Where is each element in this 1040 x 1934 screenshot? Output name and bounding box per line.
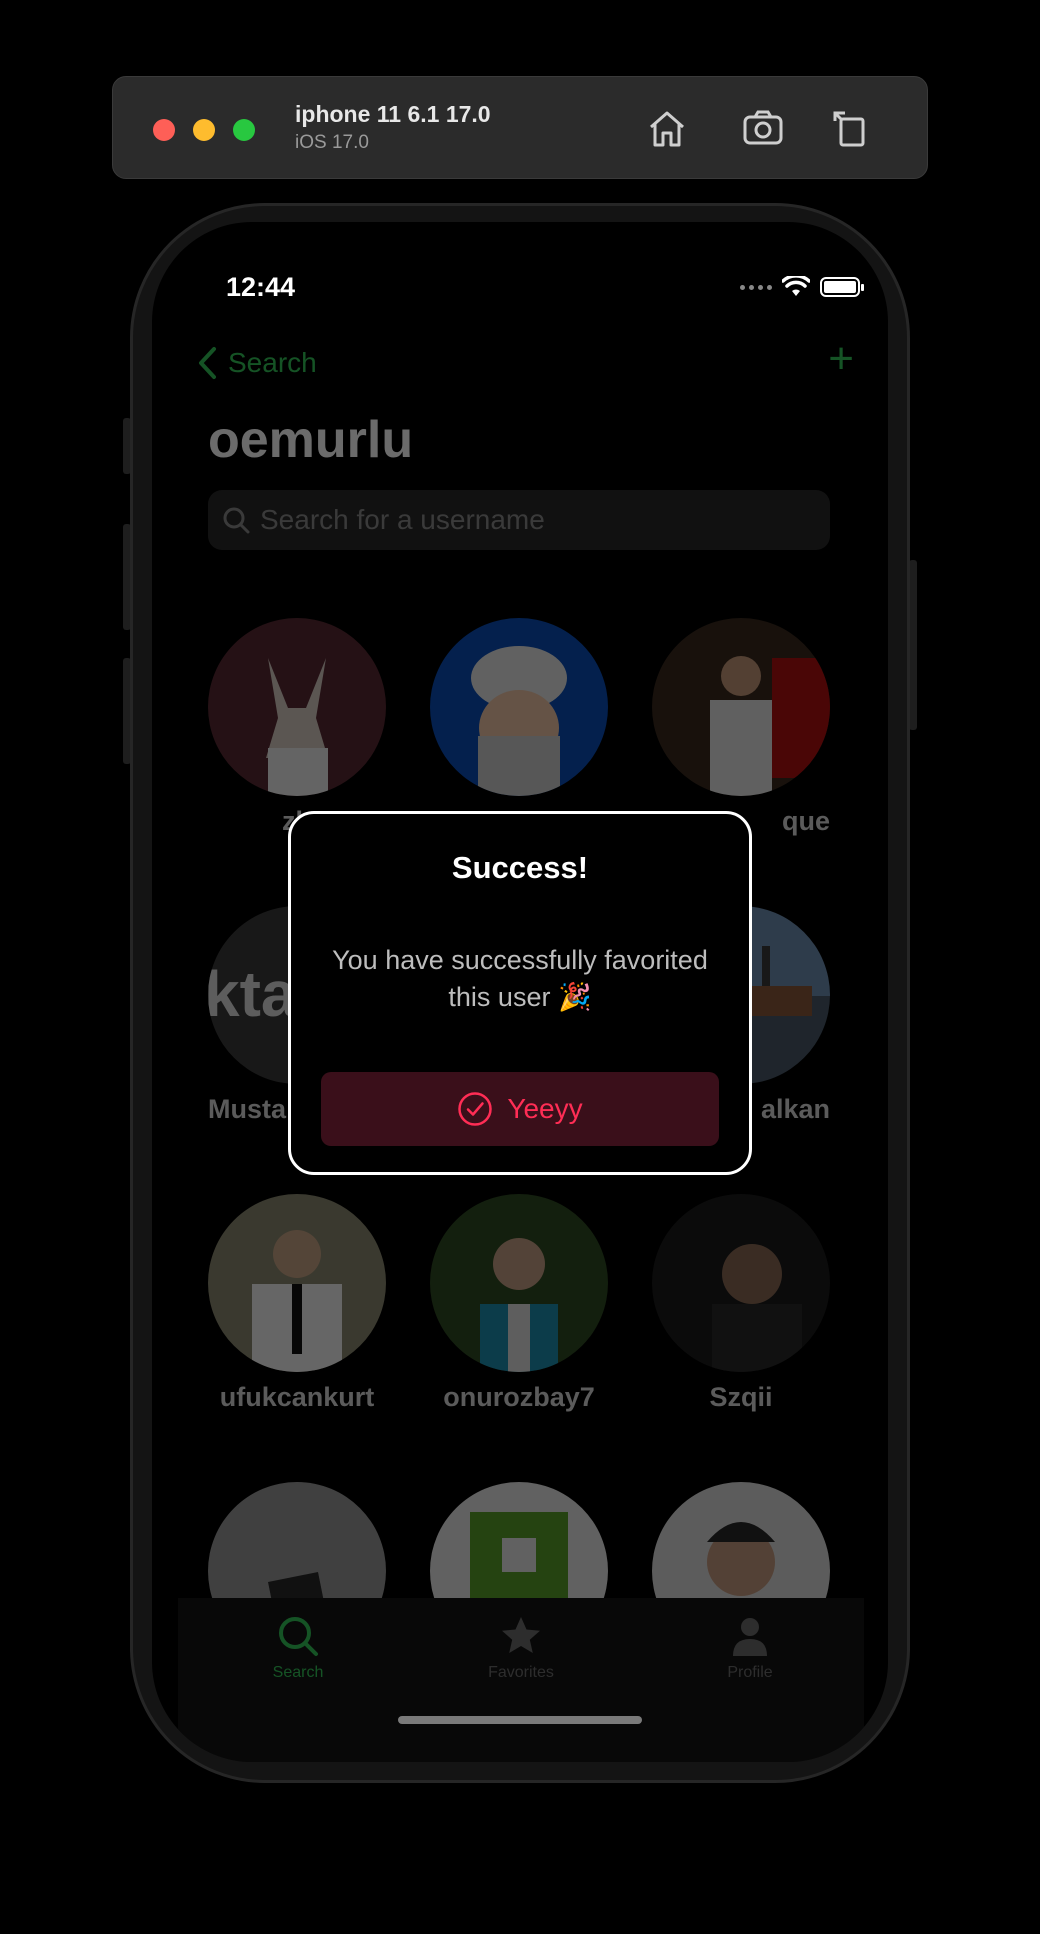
tab-label: Favorites (488, 1664, 554, 1681)
back-label: Search (228, 347, 317, 378)
rotate-icon[interactable] (827, 105, 875, 151)
avatar (208, 1194, 386, 1372)
checkmark-circle-icon (458, 1092, 493, 1126)
search-icon (279, 1617, 318, 1656)
status-time: 12:44 (226, 272, 296, 302)
tab-label: Profile (727, 1664, 773, 1681)
username-label: Szqii (709, 1382, 773, 1412)
tab-search[interactable]: Search (228, 1614, 368, 1682)
zoom-window-button[interactable] (233, 119, 255, 141)
avatar (430, 1194, 608, 1372)
user-card[interactable]: que (652, 618, 830, 837)
alert-message: You have successfully favorited this use… (315, 942, 725, 1016)
avatar (652, 618, 830, 796)
username-label: ufukcankurt (219, 1382, 375, 1412)
back-button[interactable]: Search (196, 346, 317, 380)
power-button (909, 560, 917, 730)
alert-message-line: You have successfully favorited (332, 945, 708, 975)
wifi-icon (782, 276, 810, 296)
star-icon (502, 1617, 540, 1653)
simulator-toolbar: iphone 11 6.1 17.0 iOS 17.0 (112, 76, 928, 179)
status-icons (740, 276, 864, 298)
battery-icon (820, 277, 864, 297)
cellular-icon (740, 284, 772, 290)
home-indicator[interactable] (398, 1716, 642, 1724)
device-name: iphone 11 6.1 17.0 (295, 101, 491, 127)
home-icon[interactable] (643, 105, 691, 151)
confirm-button[interactable]: Yeeyy (321, 1072, 719, 1146)
close-window-button[interactable] (153, 119, 175, 141)
user-card[interactable]: zb (208, 618, 386, 837)
alert-message-line: this user 🎉 (448, 982, 592, 1012)
tab-bar: Search Favorites Profile (178, 1598, 864, 1762)
chevron-left-icon (199, 347, 216, 379)
alert-title: Success! (451, 850, 589, 885)
username-label: onurozbay7 (443, 1382, 595, 1412)
avatar (430, 618, 608, 796)
user-card[interactable] (430, 618, 608, 806)
search-bar[interactable] (208, 490, 830, 550)
tab-label: Search (272, 1664, 324, 1681)
user-card[interactable]: ufukcankurt (208, 1194, 386, 1413)
os-version: iOS 17.0 (295, 132, 369, 153)
user-card[interactable]: Szqii (652, 1194, 830, 1413)
avatar (208, 618, 386, 796)
user-card[interactable]: onurozbay7 (430, 1194, 608, 1413)
tab-profile[interactable]: Profile (680, 1614, 820, 1682)
search-icon (223, 507, 250, 534)
success-alert: Success! You have successfully favorited… (288, 811, 752, 1175)
page-title: oemurlu (208, 411, 414, 469)
plus-icon[interactable]: + (828, 334, 854, 384)
screenshot-icon[interactable] (739, 105, 787, 151)
confirm-button-label: Yeeyy (507, 1093, 583, 1124)
tab-favorites[interactable]: Favorites (451, 1614, 591, 1682)
person-icon (733, 1618, 767, 1656)
minimize-window-button[interactable] (193, 119, 215, 141)
avatar (652, 1194, 830, 1372)
search-input[interactable] (260, 504, 800, 536)
